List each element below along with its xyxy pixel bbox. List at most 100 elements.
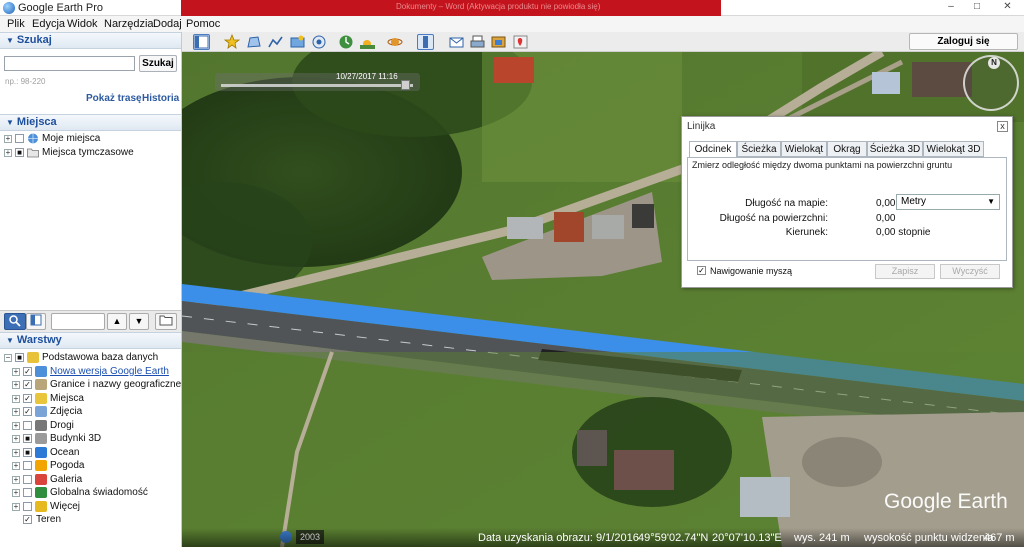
checkbox[interactable]: ✓ bbox=[23, 393, 32, 403]
maximize-button[interactable]: □ bbox=[964, 0, 990, 14]
layer-item[interactable]: + Globalna świadomość bbox=[12, 487, 182, 500]
expand-icon[interactable]: + bbox=[12, 475, 20, 484]
tab-sciezka[interactable]: Ścieżka bbox=[737, 141, 781, 157]
checkbox[interactable]: ✓ bbox=[23, 380, 32, 389]
tab-wielokat-3d[interactable]: Wielokąt 3D bbox=[923, 141, 984, 157]
checkbox[interactable] bbox=[23, 501, 32, 511]
tab-sciezka-3d[interactable]: Ścieżka 3D bbox=[867, 141, 923, 157]
add-placemark-icon[interactable] bbox=[223, 33, 241, 50]
close-window-button[interactable]: ✕ bbox=[991, 0, 1024, 14]
layer-item[interactable]: ✓ Teren bbox=[12, 514, 182, 527]
layer-item[interactable]: + Galeria bbox=[12, 473, 182, 487]
expand-icon[interactable]: + bbox=[12, 408, 20, 416]
search-panel-header[interactable]: ▼ Szukaj bbox=[0, 32, 181, 49]
layer-item[interactable]: + Pogoda bbox=[12, 460, 182, 473]
expand-icon[interactable]: + bbox=[12, 394, 20, 403]
checkbox[interactable]: ✓ bbox=[23, 366, 32, 376]
time-slider-thumb[interactable] bbox=[401, 80, 410, 90]
places-panel-header[interactable]: ▼ Miejsca bbox=[0, 114, 181, 131]
new-folder-icon[interactable] bbox=[155, 313, 177, 330]
blurred-window-strip: Dokumenty – Word (Aktywacja produktu nie… bbox=[181, 0, 721, 16]
record-tour-icon[interactable] bbox=[311, 34, 328, 50]
expand-icon[interactable]: + bbox=[12, 448, 20, 457]
menu-edycja[interactable]: Edycja bbox=[32, 18, 65, 30]
expand-icon[interactable]: + bbox=[12, 367, 20, 376]
tab-odcinek[interactable]: Odcinek bbox=[689, 141, 737, 158]
expand-icon[interactable]: + bbox=[12, 502, 20, 511]
checkbox[interactable] bbox=[15, 134, 24, 143]
menu-widok[interactable]: Widok bbox=[67, 18, 98, 30]
expand-icon[interactable]: + bbox=[4, 149, 12, 157]
menu-dodaj[interactable]: Dodaj bbox=[153, 18, 182, 30]
history-link[interactable]: Historia bbox=[142, 93, 179, 104]
compass-north-label[interactable]: N bbox=[988, 57, 1000, 69]
add-polygon-icon[interactable] bbox=[245, 34, 262, 50]
layers-panel-header[interactable]: ▼ Warstwy bbox=[0, 332, 181, 349]
layer-item[interactable]: + ✓ Nowa wersja Google Earth bbox=[12, 365, 182, 379]
planets-icon[interactable] bbox=[387, 34, 404, 50]
checkbox[interactable] bbox=[23, 488, 32, 497]
expand-icon[interactable]: + bbox=[4, 135, 12, 143]
layer-item[interactable]: + ✓ Miejsca bbox=[12, 392, 182, 406]
search-button[interactable]: Szukaj bbox=[139, 55, 177, 72]
sunlight-icon[interactable] bbox=[359, 34, 376, 50]
move-down-icon[interactable]: ▼ bbox=[129, 313, 149, 330]
move-up-icon[interactable]: ▲ bbox=[107, 313, 127, 330]
layer-item[interactable]: + ■ Ocean bbox=[12, 446, 182, 460]
unit-select[interactable]: Metry ▼ bbox=[896, 194, 1000, 210]
expand-icon[interactable]: − bbox=[4, 354, 12, 362]
layer-item[interactable]: + ✓ Zdjęcia bbox=[12, 406, 182, 419]
expand-icon[interactable]: + bbox=[12, 435, 20, 443]
mouse-navigation-checkbox[interactable]: ✓ bbox=[697, 266, 706, 275]
layer-item[interactable]: − ■ Podstawowa baza danych bbox=[4, 352, 174, 365]
ruler-close-button[interactable]: x bbox=[997, 121, 1008, 132]
checkbox[interactable]: ■ bbox=[23, 447, 32, 457]
layers-panel-title: Warstwy bbox=[16, 334, 62, 346]
checkbox[interactable]: ■ bbox=[15, 353, 24, 362]
layer-item[interactable]: + ■ Budynki 3D bbox=[12, 433, 182, 446]
add-image-overlay-icon[interactable] bbox=[289, 34, 306, 50]
menu-pomoc[interactable]: Pomoc bbox=[186, 18, 220, 30]
navigation-compass[interactable]: N bbox=[963, 55, 1019, 111]
login-button[interactable]: Zaloguj się bbox=[909, 33, 1018, 50]
menu-plik[interactable]: Plik bbox=[7, 18, 25, 30]
menu-narzedzia[interactable]: Narzędzia bbox=[104, 18, 154, 30]
checkbox[interactable]: ■ bbox=[15, 148, 24, 157]
sidebar-toggle-icon[interactable] bbox=[193, 34, 210, 50]
expand-icon[interactable]: + bbox=[12, 421, 20, 430]
checkbox[interactable] bbox=[23, 420, 32, 430]
tab-wielokat[interactable]: Wielokąt bbox=[781, 141, 827, 157]
search-input[interactable] bbox=[4, 56, 135, 71]
save-image-icon[interactable] bbox=[490, 34, 507, 50]
show-route-link[interactable]: Pokaż trasę bbox=[86, 93, 142, 104]
places-item-temporary[interactable]: + ■ Miejsca tymczasowe bbox=[4, 147, 174, 160]
layer-item-label[interactable]: Nowa wersja Google Earth bbox=[50, 366, 169, 377]
google-maps-icon[interactable] bbox=[512, 34, 529, 50]
expand-icon[interactable]: + bbox=[12, 489, 20, 497]
time-slider-track[interactable] bbox=[221, 84, 413, 87]
clear-button[interactable]: Wyczyść bbox=[940, 264, 1000, 279]
expand-icon[interactable]: + bbox=[12, 462, 20, 470]
weather-icon bbox=[35, 460, 47, 471]
save-button[interactable]: Zapisz bbox=[875, 264, 935, 279]
layer-item[interactable]: + Więcej bbox=[12, 500, 182, 514]
minimize-button[interactable]: – bbox=[938, 0, 964, 14]
places-filter-input[interactable] bbox=[51, 313, 105, 330]
layer-item[interactable]: + Drogi bbox=[12, 419, 182, 433]
ruler-icon[interactable] bbox=[417, 34, 434, 50]
tab-okrag[interactable]: Okrąg bbox=[827, 141, 867, 157]
email-icon[interactable] bbox=[448, 34, 465, 50]
checkbox[interactable] bbox=[23, 474, 32, 484]
checkbox[interactable] bbox=[23, 461, 32, 470]
historical-imagery-icon[interactable] bbox=[338, 34, 355, 50]
panel-view-icon[interactable] bbox=[26, 313, 46, 330]
add-path-icon[interactable] bbox=[267, 34, 284, 50]
layer-item[interactable]: + ✓ Granice i nazwy geograficzne bbox=[12, 379, 182, 392]
print-icon[interactable] bbox=[469, 34, 486, 50]
checkbox[interactable]: ✓ bbox=[23, 515, 32, 524]
checkbox[interactable]: ✓ bbox=[23, 407, 32, 416]
expand-icon[interactable]: + bbox=[12, 381, 20, 389]
search-places-icon[interactable] bbox=[4, 313, 26, 330]
checkbox[interactable]: ■ bbox=[23, 434, 32, 443]
places-item-my-places[interactable]: + Moje miejsca bbox=[4, 133, 174, 146]
